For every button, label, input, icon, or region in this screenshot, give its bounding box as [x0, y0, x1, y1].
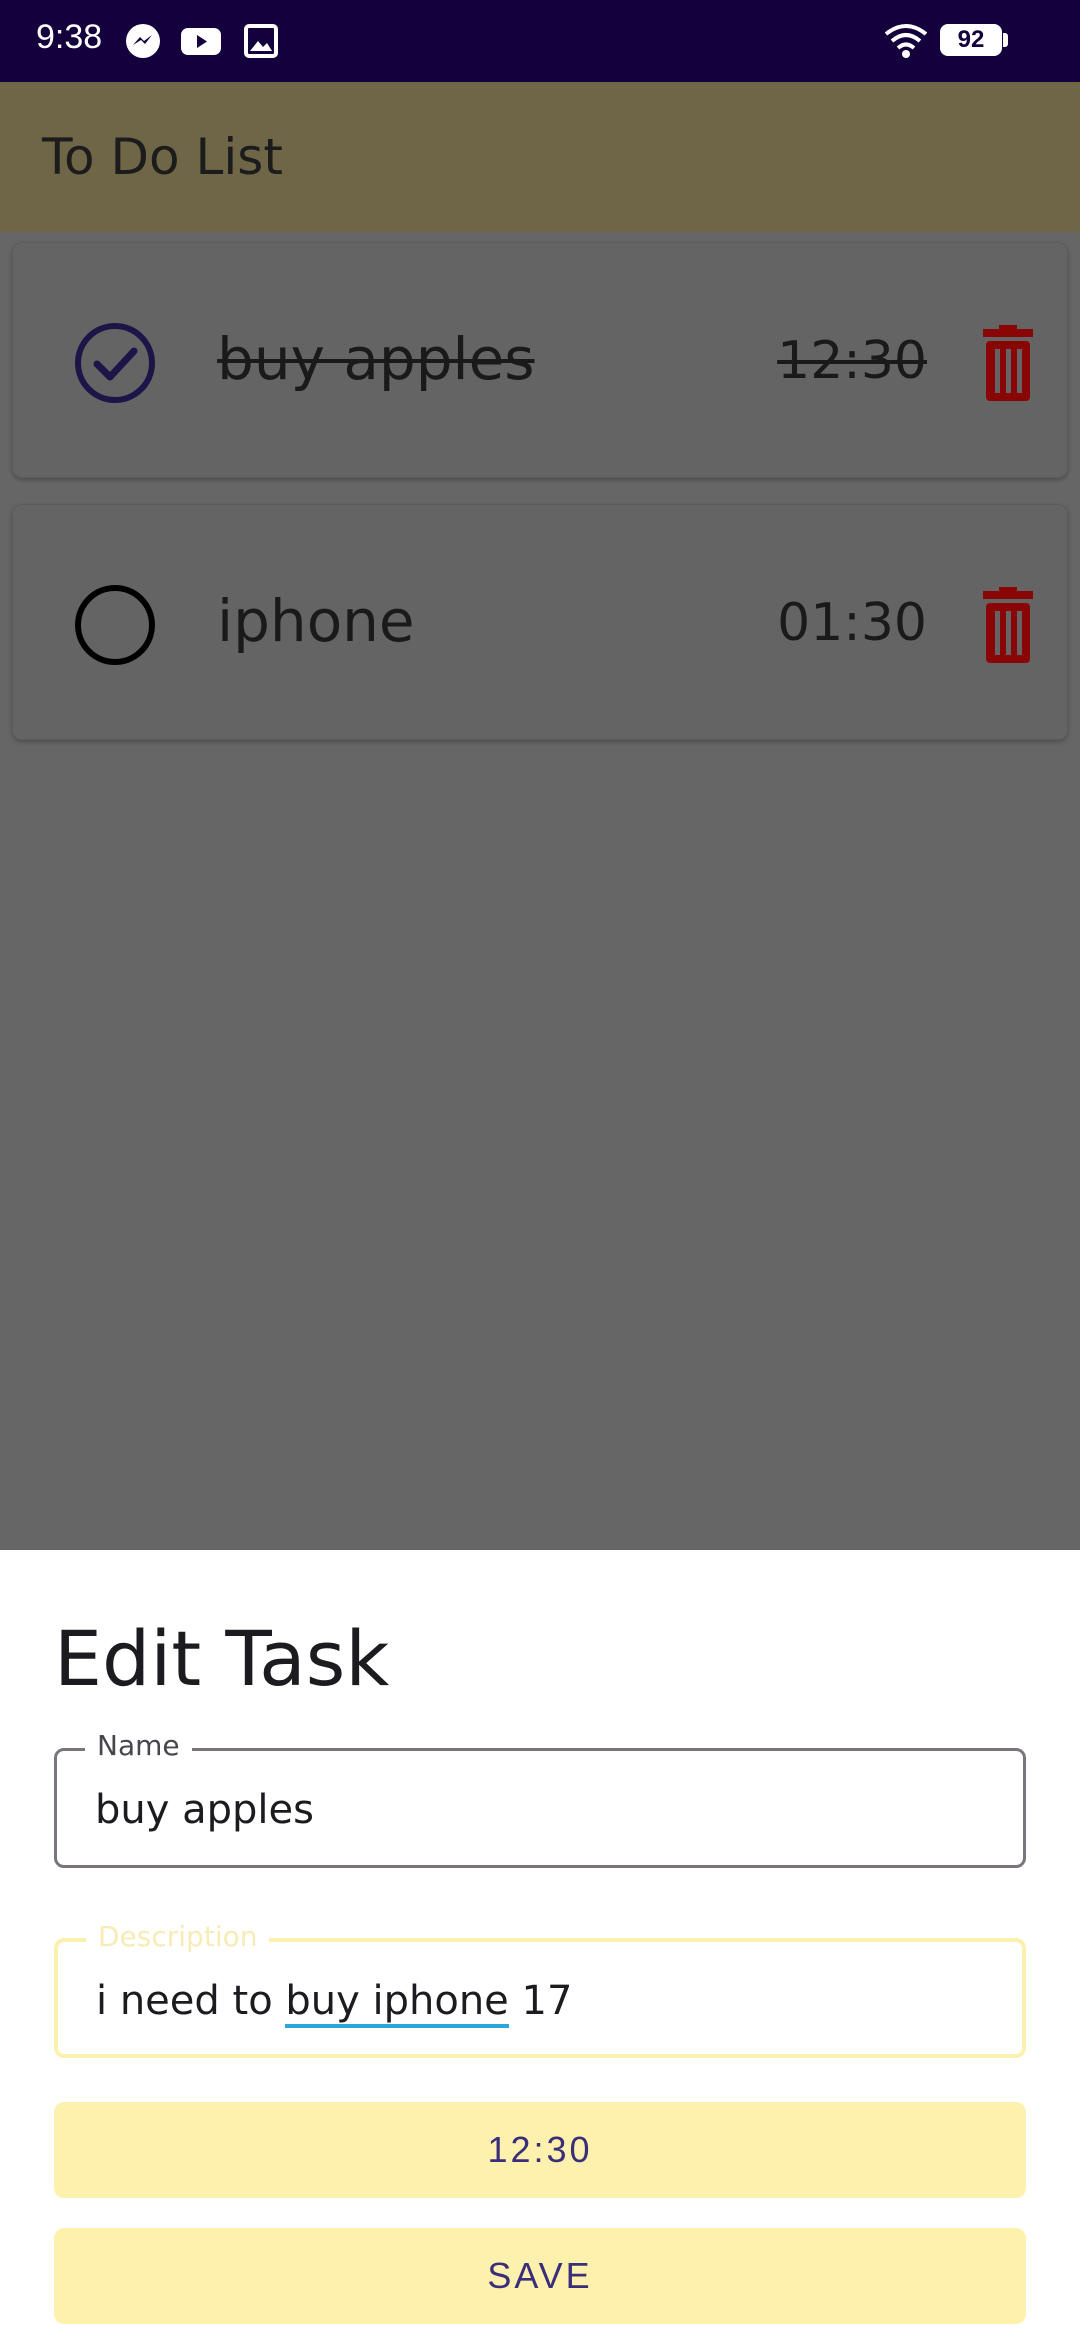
name-input[interactable]: buy apples: [95, 1787, 314, 1833]
name-field[interactable]: Name buy apples: [54, 1729, 1026, 1868]
time-picker-button[interactable]: 12:30: [54, 2102, 1026, 2198]
task-list: buy apples 12:30 iphone 01:30: [0, 232, 1080, 1550]
delete-icon[interactable]: [981, 587, 1035, 665]
battery-tip: [1003, 33, 1008, 47]
save-button[interactable]: SAVE: [54, 2228, 1026, 2324]
edit-task-sheet: Edit Task Name buy apples Description i …: [0, 1550, 1080, 2340]
task-time: 01:30: [777, 593, 927, 653]
battery-indicator: 92: [940, 24, 1002, 56]
description-label: Description: [86, 1920, 270, 1953]
status-time: 9:38: [36, 18, 103, 56]
app-title: To Do List: [42, 128, 283, 186]
task-card[interactable]: buy apples 12:30: [12, 242, 1068, 478]
messenger-icon: [126, 24, 160, 58]
name-label: Name: [85, 1729, 192, 1762]
status-bar: 9:38 92: [0, 0, 1080, 82]
task-name: buy apples: [217, 325, 535, 393]
description-input[interactable]: i need to buy iphone 17: [96, 1978, 573, 2028]
description-text-composing: buy iphone: [285, 1978, 509, 2028]
description-text-suffix: 17: [508, 1978, 573, 2024]
task-name: iphone: [217, 587, 415, 655]
description-text-prefix: i need to: [96, 1978, 286, 2024]
gallery-icon: [244, 24, 278, 58]
description-field[interactable]: Description i need to buy iphone 17: [54, 1920, 1026, 2058]
sheet-title: Edit Task: [54, 1614, 390, 1703]
checked-circle-icon[interactable]: [73, 321, 157, 405]
task-time: 12:30: [777, 331, 927, 391]
youtube-icon: [181, 28, 221, 55]
unchecked-circle-icon[interactable]: [73, 583, 157, 667]
app-bar: To Do List: [0, 82, 1080, 232]
wifi-icon: [884, 24, 928, 58]
task-card[interactable]: iphone 01:30: [12, 504, 1068, 740]
delete-icon[interactable]: [981, 325, 1035, 403]
